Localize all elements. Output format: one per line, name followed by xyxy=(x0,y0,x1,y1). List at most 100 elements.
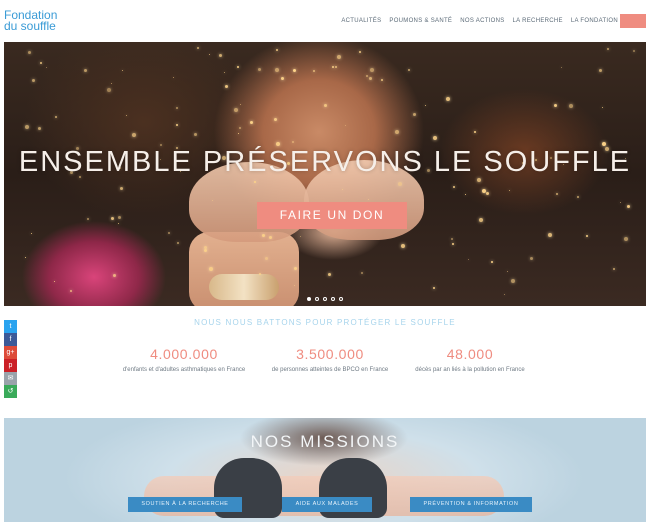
glitter-particle xyxy=(395,130,399,134)
share-bar: t f g+ p ✉ ↺ xyxy=(4,320,17,398)
glitter-particle xyxy=(204,249,207,252)
stat-value: 48.000 xyxy=(446,346,494,362)
glitter-particle xyxy=(474,131,476,133)
glitter-particle xyxy=(342,189,343,190)
mission-button-recherche[interactable]: SOUTIEN À LA RECHERCHE xyxy=(128,497,242,512)
glitter-particle xyxy=(548,233,552,237)
glitter-particle xyxy=(554,104,557,107)
glitter-particle xyxy=(84,69,87,72)
glitter-particle xyxy=(324,104,327,107)
glitter-particle xyxy=(262,234,265,237)
pinterest-icon[interactable]: p xyxy=(4,359,17,372)
header-donate-button[interactable] xyxy=(620,14,646,28)
stat-bpco: 3.500.000 de personnes atteintes de BPCO… xyxy=(260,346,400,374)
glitter-particle xyxy=(276,49,278,51)
nav-item-la-fondation[interactable]: LA FONDATION xyxy=(571,18,618,24)
glitter-particle xyxy=(168,232,170,234)
nav-item-la-recherche[interactable]: LA RECHERCHE xyxy=(513,18,563,24)
glitter-particle xyxy=(468,259,469,260)
slider-dot[interactable] xyxy=(339,297,343,301)
glitter-particle xyxy=(433,136,437,140)
glitter-particle xyxy=(586,235,588,237)
glitter-particle xyxy=(530,257,533,260)
share-icon[interactable]: ↺ xyxy=(4,385,17,398)
glitter-particle xyxy=(569,104,573,108)
glitter-particle xyxy=(507,271,508,272)
google-plus-icon[interactable]: g+ xyxy=(4,346,17,359)
slider-dot[interactable] xyxy=(331,297,335,301)
glitter-particle xyxy=(620,202,621,203)
slider-dot[interactable] xyxy=(315,297,319,301)
donate-button[interactable]: FAIRE UN DON xyxy=(257,202,407,229)
facebook-icon[interactable]: f xyxy=(4,333,17,346)
glitter-particle xyxy=(452,243,454,245)
glitter-particle xyxy=(176,107,178,109)
slider-dot[interactable] xyxy=(323,297,327,301)
glitter-particle xyxy=(239,127,241,129)
glitter-particle xyxy=(240,104,241,105)
glitter-particle xyxy=(212,200,213,201)
glitter-particle xyxy=(111,83,112,84)
glitter-particle xyxy=(120,187,123,190)
twitter-icon[interactable]: t xyxy=(4,320,17,333)
glitter-particle xyxy=(607,48,609,50)
stats-title: NOUS NOUS BATTONS POUR PROTÉGER LE SOUFF… xyxy=(194,318,456,327)
logo[interactable]: Fondation du souffle xyxy=(4,9,57,33)
glitter-particle xyxy=(479,218,483,222)
glitter-particle xyxy=(87,218,89,220)
glitter-particle xyxy=(633,50,635,52)
glitter-particle xyxy=(446,97,450,101)
glitter-particle xyxy=(118,223,119,224)
slider-dot[interactable] xyxy=(307,297,311,301)
glitter-particle xyxy=(602,107,603,108)
glitter-particle xyxy=(269,236,272,239)
glitter-particle xyxy=(259,273,261,275)
missions-section: NOS MISSIONS SOUTIEN À LA RECHERCHE AIDE… xyxy=(4,418,646,522)
glitter-particle xyxy=(313,70,315,72)
mission-button-prevention[interactable]: PRÉVENTION & INFORMATION xyxy=(410,497,532,512)
nav-item-nos-actions[interactable]: NOS ACTIONS xyxy=(460,18,504,24)
email-icon[interactable]: ✉ xyxy=(4,372,17,385)
stat-value: 4.000.000 xyxy=(150,346,218,362)
slider-dots xyxy=(4,297,646,301)
glitter-particle xyxy=(332,66,334,68)
glitter-particle xyxy=(627,205,630,208)
glitter-particle xyxy=(54,281,55,282)
glitter-particle xyxy=(70,290,72,292)
glitter-particle xyxy=(281,77,284,80)
glitter-particle xyxy=(250,121,253,124)
glitter-particle xyxy=(486,192,489,195)
glitter-particle xyxy=(122,70,123,71)
nav-item-poumons-sante[interactable]: POUMONS & SANTÉ xyxy=(389,18,452,24)
glitter-particle xyxy=(413,113,416,116)
glitter-particle xyxy=(55,116,57,118)
glitter-particle xyxy=(209,54,210,55)
missions-title: NOS MISSIONS xyxy=(250,432,400,451)
glitter-particle xyxy=(335,66,337,68)
glitter-particle xyxy=(398,182,402,186)
glitter-particle xyxy=(25,125,29,129)
glitter-particle xyxy=(225,85,228,88)
glitter-particle xyxy=(300,236,301,237)
glitter-particle xyxy=(556,193,558,195)
glitter-particle xyxy=(599,69,602,72)
glitter-particle xyxy=(624,237,628,241)
glitter-particle xyxy=(401,244,405,248)
glitter-particle xyxy=(40,62,42,64)
stat-value: 3.500.000 xyxy=(296,346,364,362)
mission-button-malades[interactable]: AIDE AUX MALADES xyxy=(282,497,372,512)
logo-line-2: du souffle xyxy=(4,19,56,33)
glitter-particle xyxy=(237,66,239,68)
glitter-particle xyxy=(451,238,453,240)
glitter-particle xyxy=(381,79,383,81)
glitter-particle xyxy=(433,287,435,289)
page: Fondation du souffle ACTUALITÉS POUMONS … xyxy=(4,4,646,529)
hero-title: ENSEMBLE PRÉSERVONS LE SOUFFLE xyxy=(18,146,632,178)
nav-item-actualites[interactable]: ACTUALITÉS xyxy=(341,18,381,24)
hero-banner: ENSEMBLE PRÉSERVONS LE SOUFFLE FAIRE UN … xyxy=(4,42,646,306)
glitter-particle xyxy=(238,133,239,134)
glitter-particle xyxy=(425,105,426,106)
glitter-particle xyxy=(293,69,296,72)
glitter-particle xyxy=(224,72,225,73)
glitter-particle xyxy=(219,54,222,57)
